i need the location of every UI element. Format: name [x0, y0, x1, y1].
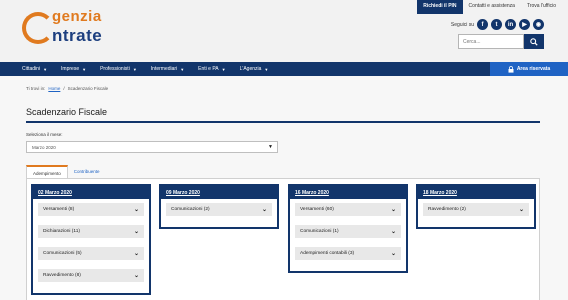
nav-label: Professionisti — [100, 66, 130, 72]
youtube-icon[interactable]: ▶ — [519, 19, 530, 30]
category-label: Versamenti (60) — [300, 207, 334, 212]
contatti-assistenza-link[interactable]: Contatti e assistenza — [463, 0, 521, 14]
tab-contribuente[interactable]: Contribuente — [68, 165, 106, 179]
facebook-icon[interactable]: f — [477, 19, 488, 30]
breadcrumb-separator: / — [63, 86, 65, 91]
category-label: Comunicazioni (1) — [300, 229, 339, 234]
chevron-down-icon: ⌄ — [390, 207, 396, 213]
nav-enti-pa[interactable]: Enti e PA ▼ — [198, 66, 225, 72]
chevron-down-icon: ⌄ — [133, 229, 139, 235]
nav-imprese[interactable]: Imprese ▼ — [61, 66, 86, 72]
deadline-category[interactable]: Ravvedimento (8) ⌄ — [38, 269, 144, 282]
nav-label: Cittadini — [22, 66, 41, 72]
caret-down-icon: ▼ — [43, 66, 48, 72]
category-label: Comunicazioni (5) — [43, 251, 82, 256]
category-label: Comunicazioni (2) — [171, 207, 210, 212]
deadline-category[interactable]: Versamenti (8) ⌄ — [38, 203, 144, 216]
lock-icon — [508, 65, 514, 73]
nav-intermediari[interactable]: Intermediari ▼ — [151, 66, 184, 72]
twitter-icon[interactable]: t — [491, 19, 502, 30]
deadline-date-link[interactable]: 02 Marzo 2020 — [33, 186, 149, 199]
deadline-date-link[interactable]: 09 Marzo 2020 — [161, 186, 277, 199]
follow-label: Seguici su — [450, 21, 474, 28]
tabs: Adempimento Contribuente — [26, 165, 106, 179]
nav-cittadini[interactable]: Cittadini ▼ — [22, 66, 47, 72]
deadline-category[interactable]: Dichiarazioni (11) ⌄ — [38, 225, 144, 238]
page-title: Scadenzario Fiscale — [26, 107, 108, 117]
deadline-category[interactable]: Ravvedimento (2) ⌄ — [423, 203, 529, 216]
search-button[interactable] — [524, 34, 544, 49]
select-caret-icon: ▼ — [268, 144, 273, 150]
chevron-down-icon: ⌄ — [390, 229, 396, 235]
tab-adempimento[interactable]: Adempimento — [26, 165, 68, 179]
chevron-down-icon: ⌄ — [133, 273, 139, 279]
nav-professionisti[interactable]: Professionisti ▼ — [100, 66, 137, 72]
category-label: Dichiarazioni (11) — [43, 229, 80, 234]
chevron-down-icon: ⌄ — [261, 207, 267, 213]
deadline-category[interactable]: Adempimenti contabili (3) ⌄ — [295, 247, 401, 260]
search-box — [458, 34, 544, 49]
agenzia-entrate-logo[interactable]: genzia ntrate — [22, 6, 142, 48]
logo-text-line2: ntrate — [52, 26, 103, 45]
logo-text-line1: genzia — [52, 8, 102, 25]
top-links: Richiedi il PIN Contatti e assistenza Tr… — [417, 0, 562, 14]
nav-agenzia[interactable]: L'Agenzia ▼ — [240, 66, 269, 72]
category-label: Ravvedimento (8) — [43, 273, 81, 278]
main-nav: Cittadini ▼ Imprese ▼ Professionisti ▼ Inte… — [0, 62, 568, 76]
chevron-down-icon: ⌄ — [133, 251, 139, 257]
deadline-column: 02 Marzo 2020 Versamenti (8) ⌄ Dichiarazi… — [31, 184, 151, 295]
nav-label: Imprese — [61, 66, 80, 72]
deadline-date-link[interactable]: 18 Marzo 2020 — [418, 186, 534, 199]
search-icon — [530, 37, 538, 46]
linkedin-icon[interactable]: in — [505, 19, 516, 30]
breadcrumb-prefix: Ti trovi in: — [26, 86, 46, 91]
month-select-value: Marzo 2020 — [32, 145, 56, 150]
deadline-category[interactable]: Comunicazioni (1) ⌄ — [295, 225, 401, 238]
nav-label: Intermediari — [150, 66, 178, 72]
rss-icon[interactable]: ◉ — [533, 19, 544, 30]
breadcrumb-home-link[interactable]: Home — [48, 86, 60, 91]
nav-label: L'Agenzia — [239, 66, 262, 72]
chevron-down-icon: ⌄ — [518, 207, 524, 213]
caret-down-icon: ▼ — [82, 66, 87, 72]
caret-down-icon: ▼ — [180, 66, 185, 72]
site-header: genzia ntrate Richiedi il PIN Contatti e… — [0, 0, 568, 62]
deadline-category[interactable]: Versamenti (60) ⌄ — [295, 203, 401, 216]
caret-down-icon: ▼ — [221, 66, 226, 72]
trova-ufficio-link[interactable]: Trova l'ufficio — [521, 0, 562, 14]
chevron-down-icon: ⌄ — [133, 207, 139, 213]
category-label: Ravvedimento (2) — [428, 207, 466, 212]
category-label: Versamenti (8) — [43, 207, 75, 212]
deadline-category[interactable]: Comunicazioni (2) ⌄ — [166, 203, 272, 216]
breadcrumb: Ti trovi in: Home / Scadenzario Fiscale — [26, 86, 108, 91]
breadcrumb-current: Scadenzario Fiscale — [67, 86, 109, 91]
social-bar: Seguici su f t in ▶ ◉ — [451, 19, 544, 30]
category-label: Adempimenti contabili (3) — [300, 251, 355, 256]
deadline-category[interactable]: Comunicazioni (5) ⌄ — [38, 247, 144, 260]
title-divider — [26, 121, 540, 123]
deadline-column: 18 Marzo 2020 Ravvedimento (2) ⌄ — [416, 184, 536, 229]
caret-down-icon: ▼ — [264, 66, 269, 72]
nav-label: Enti e PA — [198, 66, 219, 72]
area-riservata-label: Area riservata — [516, 66, 551, 72]
logo-mark — [22, 12, 54, 44]
chevron-down-icon: ⌄ — [390, 251, 396, 257]
month-select-label: Seleziona il mese: — [26, 132, 63, 137]
deadline-date-link[interactable]: 16 Marzo 2020 — [290, 186, 406, 199]
search-input[interactable] — [458, 34, 524, 49]
richiedi-pin-link[interactable]: Richiedi il PIN — [417, 0, 463, 14]
area-riservata-button[interactable]: Area riservata — [490, 62, 568, 76]
deadline-column: 16 Marzo 2020 Versamenti (60) ⌄ Comunicaz… — [288, 184, 408, 273]
deadline-column: 09 Marzo 2020 Comunicazioni (2) ⌄ — [159, 184, 279, 229]
caret-down-icon: ▼ — [132, 66, 137, 72]
month-select[interactable]: Marzo 2020 ▼ — [26, 141, 278, 153]
